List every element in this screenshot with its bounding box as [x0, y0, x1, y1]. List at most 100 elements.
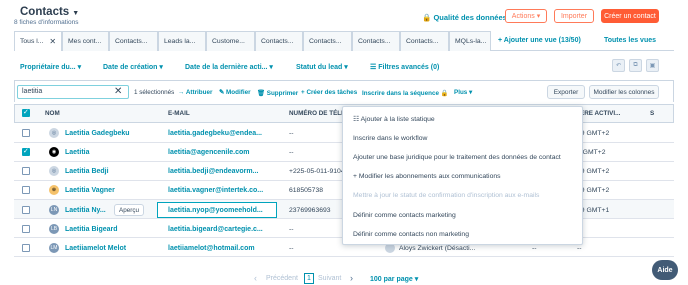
undo-icon[interactable]: ↶: [612, 59, 625, 72]
tab-my-contacts[interactable]: Mes cont...: [62, 31, 109, 51]
more-actions-menu: ☷ Ajouter à la liste statique Inscrire d…: [342, 106, 583, 245]
create-contact-button[interactable]: Créer un contact: [601, 9, 659, 23]
contact-email[interactable]: laetitia.bedji@endeavorm...: [168, 168, 258, 175]
next-page-button[interactable]: Suivant: [318, 275, 341, 282]
more-button[interactable]: Plus ▾: [454, 89, 472, 96]
tab-view[interactable]: Contacts...: [109, 31, 158, 51]
avatar: LM: [49, 243, 59, 253]
column-email[interactable]: E-MAIL: [168, 110, 190, 117]
contact-phone: --: [289, 130, 294, 137]
import-button[interactable]: Importer: [554, 9, 594, 23]
quality-icon: 🔒: [422, 13, 432, 22]
contact-owner: Aloys Zwickert (Désacti...: [399, 245, 476, 252]
column-phone[interactable]: NUMÉRO DE TÉLÉ: [289, 110, 345, 117]
contact-email[interactable]: laetitia.bigeard@cartegie.c...: [168, 226, 263, 233]
contact-phone: --: [289, 149, 294, 156]
row-checkbox[interactable]: [22, 147, 30, 156]
contact-email[interactable]: laetitia.nyop@yoomeehold...: [168, 207, 263, 214]
per-page-select[interactable]: 100 par page ▾: [370, 275, 418, 283]
menu-item-add-static-list[interactable]: ☷ Ajouter à la liste statique: [353, 115, 435, 123]
menu-item-edit-subscriptions[interactable]: + Modifier les abonnements aux communica…: [353, 173, 501, 180]
column-last-activity[interactable]: ÈRE ACTIVI...: [580, 110, 620, 117]
tab-view[interactable]: Leads la...: [158, 31, 206, 51]
help-button[interactable]: Aide: [652, 260, 678, 280]
tab-view[interactable]: Contacts...: [303, 31, 352, 51]
filter-last-activity[interactable]: Date de la dernière acti... ▾: [185, 63, 273, 71]
advanced-filters-button[interactable]: ☰ Filtres avancés (0): [370, 63, 439, 71]
list-icon: ☷: [353, 116, 360, 123]
row-checkbox[interactable]: [22, 225, 30, 233]
owner-extra: --: [532, 245, 537, 252]
contact-phone: --: [289, 245, 294, 252]
column-name[interactable]: NOM: [45, 110, 60, 117]
row-checkbox[interactable]: [22, 167, 30, 175]
assign-button[interactable]: → Attribuer: [178, 89, 212, 96]
contact-name[interactable]: Laetitia Bedji: [65, 168, 109, 175]
filter-lead-status[interactable]: Statut du lead ▾: [296, 63, 348, 71]
close-icon[interactable]: ✕: [49, 37, 56, 46]
save-icon[interactable]: ▣: [646, 59, 659, 72]
actions-button[interactable]: Actions ▾: [505, 9, 547, 23]
filter-icon: ☰: [370, 64, 377, 71]
avatar: ◎: [49, 166, 59, 176]
edit-columns-button[interactable]: Modifier les colonnes: [589, 85, 659, 99]
avatar: ⊕: [49, 185, 59, 195]
contact-name[interactable]: Laetitia Bigeard: [65, 226, 118, 233]
contact-email[interactable]: laetitia.vagner@intertek.co...: [168, 187, 263, 194]
preview-button[interactable]: Aperçu: [114, 204, 144, 216]
all-views-link[interactable]: Toutes les vues: [604, 37, 656, 44]
menu-item-set-marketing[interactable]: Définir comme contacts marketing: [353, 212, 456, 219]
row-checkbox[interactable]: [22, 206, 30, 214]
page-number[interactable]: 1: [304, 273, 314, 284]
contact-phone: +225-05-011-9104: [289, 168, 345, 175]
tab-view[interactable]: Contacts...: [255, 31, 303, 51]
edit-button[interactable]: ✎ Modifier: [219, 89, 251, 96]
enroll-sequence-button[interactable]: Inscrire dans la séquence 🔒: [362, 89, 449, 97]
export-button[interactable]: Exporter: [547, 85, 585, 99]
chevron-left-icon[interactable]: ‹: [254, 273, 257, 283]
contact-phone: 618505738: [289, 187, 324, 194]
row-checkbox[interactable]: [22, 186, 30, 194]
avatar: ◉: [49, 147, 59, 157]
copy-icon[interactable]: ⧉: [629, 59, 642, 72]
contact-phone: 23769963693: [289, 207, 331, 214]
contact-name[interactable]: Laetitia Ny...: [65, 207, 106, 214]
search-input[interactable]: laetitia: [17, 85, 129, 99]
tab-view[interactable]: MQLs-la...: [449, 31, 491, 51]
contact-email[interactable]: laetitia.gadegbeku@endea...: [168, 130, 262, 137]
chevron-down-icon: ▼: [72, 10, 80, 17]
last-activity: --: [577, 245, 582, 252]
clear-search-icon[interactable]: ✕: [114, 86, 122, 97]
record-count: 8 fiches d'informations: [14, 19, 79, 26]
menu-item-enroll-workflow[interactable]: Inscrire dans le workflow: [353, 135, 427, 142]
row-checkbox[interactable]: [22, 129, 30, 137]
filter-created[interactable]: Date de création ▾: [103, 63, 163, 71]
column-extra[interactable]: S: [650, 110, 654, 117]
tab-view[interactable]: Custome...: [206, 31, 255, 51]
contact-name[interactable]: Laetiiamelot Melot: [65, 245, 126, 252]
avatar: ◎: [49, 128, 59, 138]
add-view-button[interactable]: + Ajouter une vue (13/50): [498, 37, 581, 44]
contact-name[interactable]: Laetitia Vagner: [65, 187, 115, 194]
menu-item-set-non-marketing[interactable]: Définir comme contacts non marketing: [353, 231, 469, 238]
tab-view[interactable]: Contacts...: [400, 31, 449, 51]
prev-page-button[interactable]: Précédent: [266, 275, 298, 282]
menu-item-legal-basis[interactable]: Ajouter une base juridique pour le trait…: [353, 154, 561, 161]
tab-all-contacts[interactable]: Tous l... ✕: [14, 31, 62, 51]
chevron-right-icon[interactable]: ›: [350, 273, 353, 283]
page-title[interactable]: Contacts ▼: [20, 6, 79, 18]
contact-email[interactable]: laetitia@agencenile.com: [168, 149, 250, 156]
contact-email[interactable]: laetiiamelot@hotmail.com: [168, 245, 255, 252]
select-all-checkbox[interactable]: [22, 108, 30, 117]
delete-button[interactable]: 🗑 Supprimer: [257, 89, 298, 97]
create-tasks-button[interactable]: + Créer des tâches: [301, 89, 357, 96]
contact-name[interactable]: Laetitia: [65, 149, 90, 156]
filter-owner[interactable]: Propriétaire du... ▾: [20, 63, 81, 71]
data-quality-link[interactable]: 🔒 Qualité des données: [422, 13, 507, 22]
row-checkbox[interactable]: [22, 244, 30, 252]
avatar: LN: [49, 205, 59, 215]
avatar: LB: [49, 224, 59, 234]
tab-view[interactable]: Contacts...: [352, 31, 400, 51]
contact-phone: --: [289, 226, 294, 233]
contact-name[interactable]: Laetitia Gadegbeku: [65, 130, 130, 137]
